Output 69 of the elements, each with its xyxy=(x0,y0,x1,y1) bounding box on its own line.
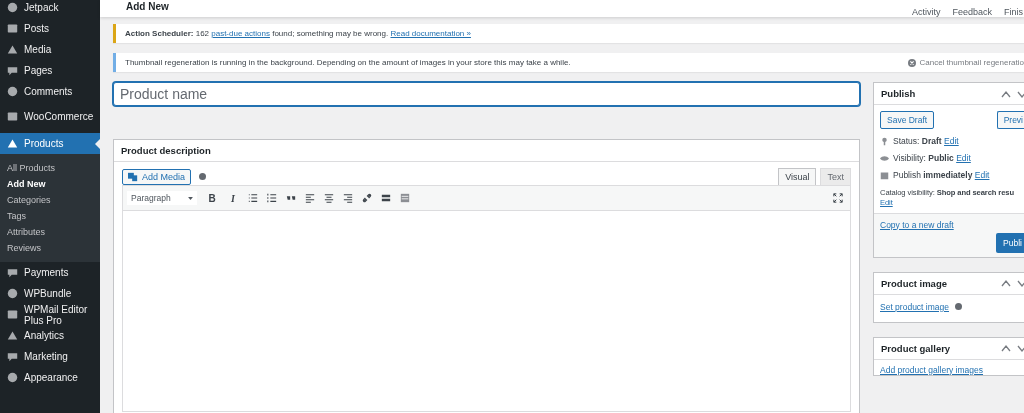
header-action[interactable]: Activity xyxy=(911,7,941,17)
set-image-link[interactable]: Set product image xyxy=(880,301,949,312)
panel-title: Publish xyxy=(881,88,916,99)
panel-title: Product gallery xyxy=(881,342,951,354)
panel-arrows-icon[interactable] xyxy=(1001,89,1024,98)
header-action[interactable]: Feedback xyxy=(952,7,992,17)
submenu-item[interactable]: All Products xyxy=(0,160,100,176)
edit-link[interactable]: Edit xyxy=(944,136,959,146)
submenu-item[interactable]: Categories xyxy=(0,192,100,208)
editor-tab[interactable]: Text xyxy=(820,168,851,185)
publish-info: Status: Draft Edit xyxy=(893,136,959,146)
toolbar-toggle-icon[interactable] xyxy=(400,193,410,203)
sidebar-item[interactable]: Media xyxy=(0,39,100,60)
panel-title: Product description xyxy=(121,145,211,156)
submenu-item[interactable]: Tags xyxy=(0,208,100,224)
submenu-item[interactable]: Add New xyxy=(0,176,100,192)
sidebar-item[interactable]: Payments xyxy=(0,262,100,283)
more-tag-icon[interactable] xyxy=(381,193,391,203)
sidebar-item[interactable]: Pages xyxy=(0,60,100,81)
format-button[interactable]: B xyxy=(206,192,218,204)
bulleted-list-icon[interactable] xyxy=(248,193,258,203)
numbered-list-icon[interactable] xyxy=(267,193,277,203)
notice-text: Action Scheduler: 162 past-due actions found; something may be wrong. Read documentation » xyxy=(125,29,471,38)
notice-link[interactable]: past-due actions xyxy=(211,29,270,38)
sidebar-item[interactable]: WPMail Editor Plus Pro xyxy=(0,304,100,325)
link-icon[interactable] xyxy=(362,193,372,203)
publish-info: Visibility: Public Edit xyxy=(893,153,971,163)
eye-icon xyxy=(880,153,889,163)
help-icon[interactable] xyxy=(199,173,207,180)
publish-button[interactable]: Publi xyxy=(996,232,1024,253)
sidebar-item[interactable]: Comments xyxy=(0,81,100,102)
sidebar-item[interactable]: Products xyxy=(0,133,100,154)
page-title: Add New xyxy=(125,0,169,12)
quote-icon[interactable] xyxy=(286,193,296,203)
sidebar-item[interactable]: Posts xyxy=(0,18,100,39)
close-icon xyxy=(908,58,917,67)
edit-link[interactable]: Edit xyxy=(974,170,990,180)
panel-title: Product image xyxy=(881,277,947,289)
sidebar-item[interactable]: Appearance xyxy=(0,367,100,388)
notice-link[interactable]: Read documentation » xyxy=(390,29,471,38)
caret-icon xyxy=(188,196,193,200)
help-icon[interactable] xyxy=(955,303,962,310)
panel-arrows-icon[interactable] xyxy=(1001,344,1024,352)
edit-link[interactable]: Edit xyxy=(956,153,971,163)
submenu-item[interactable]: Reviews xyxy=(0,240,100,256)
notice-text: Thumbnail regeneration is running in the background. Depending on the amount of images in your store this may take a while. xyxy=(125,58,571,67)
sidebar-item[interactable]: Marketing xyxy=(0,346,100,367)
align-center-icon[interactable] xyxy=(324,193,334,203)
copy-draft-link[interactable]: Copy to a new draft xyxy=(880,219,954,230)
header-action[interactable]: Finis xyxy=(1004,7,1023,17)
save-draft-button[interactable]: Save Draft xyxy=(880,111,935,129)
product-name-field[interactable]: Product name xyxy=(113,82,860,106)
cancel-link[interactable]: Cancel thumbnail regeneratio xyxy=(908,58,1024,67)
sidebar-item[interactable]: WPBundle xyxy=(0,283,100,304)
fullscreen-icon[interactable] xyxy=(833,193,843,203)
preview-button[interactable]: Previ xyxy=(996,111,1024,129)
format-button[interactable]: I xyxy=(227,192,239,204)
sidebar-item[interactable]: Jetpack xyxy=(0,0,100,14)
publish-info: Publish immediately Edit xyxy=(893,170,990,180)
align-left-icon[interactable] xyxy=(305,193,315,203)
panel-arrows-icon[interactable] xyxy=(1001,279,1024,287)
editor-tab[interactable]: Visual xyxy=(778,168,817,185)
add-gallery-link[interactable]: Add product gallery images xyxy=(880,364,983,375)
sidebar-item[interactable]: Analytics xyxy=(0,325,100,346)
sidebar-item[interactable]: WooCommerce xyxy=(0,106,100,127)
align-right-icon[interactable] xyxy=(343,193,353,203)
submenu-item[interactable]: Attributes xyxy=(0,224,100,240)
format-select[interactable]: Paragraph xyxy=(127,191,197,205)
add-media-button[interactable]: Add Media xyxy=(122,168,192,185)
